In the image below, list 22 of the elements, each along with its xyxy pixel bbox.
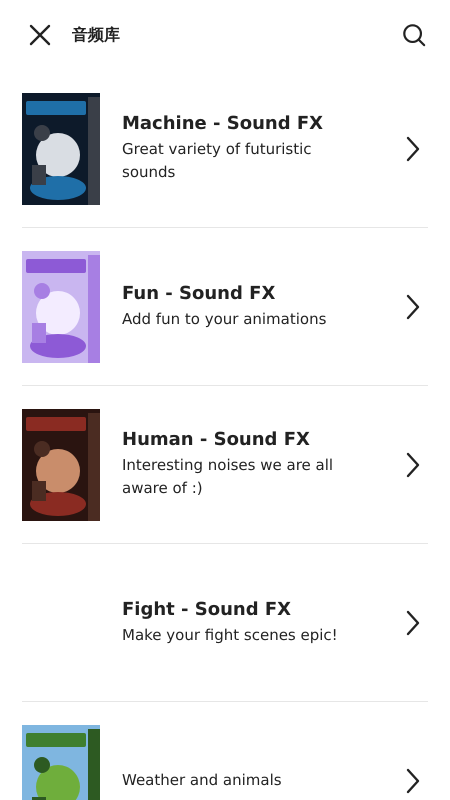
sound-pack-item[interactable]: Fun - Sound FX Add fun to your animations <box>22 228 428 386</box>
chevron-right-icon[interactable] <box>406 136 420 162</box>
chevron-right-icon[interactable] <box>406 610 420 636</box>
item-title: Fun - Sound FX <box>122 282 276 304</box>
chevron-right-icon[interactable] <box>406 452 420 478</box>
page-title: 音频库 <box>72 24 120 46</box>
search-icon[interactable] <box>402 23 426 47</box>
item-description: Great variety of futuristic sounds <box>122 139 313 183</box>
item-title: Human - Sound FX <box>122 429 311 450</box>
item-description: Add fun to your animations <box>122 308 328 330</box>
close-icon[interactable] <box>28 23 52 47</box>
item-title: Fight - Sound FX <box>122 598 292 620</box>
chevron-right-icon[interactable] <box>406 294 420 320</box>
sound-pack-item[interactable]: Human - Sound FX Interesting noises we are all aware of :) <box>22 386 428 544</box>
item-title: Machine - Sound FX <box>122 113 324 134</box>
sound-pack-item[interactable]: Fight - Sound FX Make your fight scenes epic! <box>22 544 428 702</box>
sound-pack-item[interactable]: Weather and animals <box>22 702 428 800</box>
item-description: Interesting noises we are all aware of :) <box>122 455 334 499</box>
sound-pack-item[interactable]: Machine - Sound FX Great variety of futuristic sounds <box>22 70 428 228</box>
item-description: Make your fight scenes epic! <box>122 624 339 646</box>
item-description: Weather and animals <box>122 770 283 791</box>
chevron-right-icon[interactable] <box>406 768 420 794</box>
